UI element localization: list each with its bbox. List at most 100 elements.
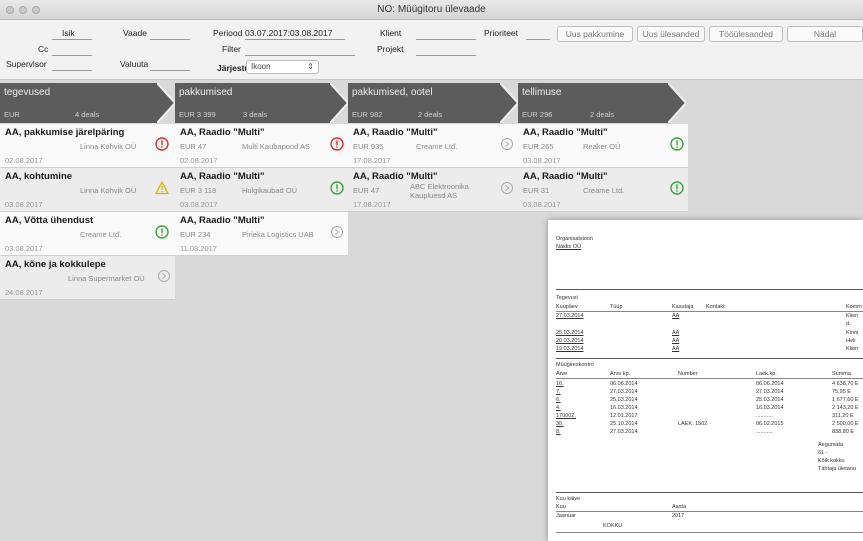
column-arrow-icon	[157, 83, 175, 123]
column-header-pakkumised[interactable]: pakkumised EUR 3 399 3 deals	[175, 83, 330, 123]
report-aegumata-value: 61 -	[818, 450, 828, 456]
report-cell: 25.03.2014	[610, 397, 638, 403]
card-title: AA, kõne ja kokkulepe	[5, 259, 106, 270]
report-divider	[556, 492, 863, 493]
projekt-label: Projekt	[377, 44, 404, 54]
column-header-tellimuse[interactable]: tellimuse EUR 296 2 deals	[518, 83, 668, 123]
column-name: tegevused	[4, 87, 51, 98]
grey-arrow-icon	[501, 138, 513, 150]
card-company: Creame Ltd.	[416, 142, 458, 151]
report-cell: Jaanuar	[556, 513, 576, 519]
report-cell: d.	[846, 321, 851, 327]
report-header-cell: Arve kp.	[610, 371, 631, 377]
deal-card[interactable]: AA, Raadio "Multi" EUR 47 ABC Elektrooni…	[348, 168, 518, 212]
deal-card[interactable]: AA, Võtta ühendust Creame Ltd. 03.08.201…	[0, 212, 175, 256]
report-cell: 12.01.2017	[610, 413, 638, 419]
periood-field[interactable]: 03.07.2017:03.08.2017	[245, 28, 332, 38]
deal-card[interactable]: AA, Raadio "Multi" EUR 935 Creame Ltd. 1…	[348, 124, 518, 168]
column-deals: 2 deals	[418, 110, 443, 119]
report-tegevused-label: Tegevusi	[556, 295, 578, 301]
card-date: 03.08.2017	[180, 200, 218, 209]
report-cell: 8.	[556, 429, 561, 435]
report-divider	[556, 511, 863, 512]
filter-field[interactable]	[245, 55, 355, 56]
card-date: 03.08.2017	[5, 244, 43, 253]
supervisor-field[interactable]	[52, 70, 92, 71]
report-cell: 838,80 E	[832, 429, 855, 435]
report-divider	[556, 289, 863, 290]
deal-card[interactable]: AA, Raadio "Multi" EUR 3 118 Hulgikaubad…	[175, 168, 348, 212]
prioriteet-field[interactable]	[526, 39, 550, 40]
klient-field[interactable]	[416, 39, 476, 40]
report-cell: AA	[672, 313, 680, 319]
cc-label: Cc	[38, 44, 49, 54]
report-cell: 25.10.2014	[610, 421, 638, 427]
column-header-pakkumised-ootel[interactable]: pakkumised, ootel EUR 982 2 deals	[348, 83, 500, 123]
report-kuu-label: Kuu käive	[556, 496, 581, 502]
card-currency: EUR 31	[523, 186, 550, 195]
deal-card[interactable]: AA, kõne ja kokkulepe Linna Supermarket …	[0, 256, 175, 300]
green-exclamation-icon	[670, 181, 684, 195]
card-title: AA, Võtta ühendust	[5, 215, 94, 226]
report-divider	[556, 311, 863, 312]
card-date: 02.08.2017	[180, 156, 218, 165]
report-koik-kokku-label: Kõik kokku	[818, 458, 845, 464]
cc-field[interactable]	[52, 55, 92, 56]
report-org-label: Organisatsioon	[556, 236, 593, 242]
report-cell: Klien	[846, 313, 859, 319]
week-button[interactable]: Nädal	[787, 26, 863, 42]
report-kontro-label: Müügireskontro	[556, 362, 594, 368]
new-offer-button[interactable]: Uus pakkumine	[557, 26, 633, 42]
card-company: Linna Supermarket OÜ	[68, 274, 145, 283]
prioriteet-label: Prioriteet	[484, 28, 519, 38]
valuuta-field[interactable]	[150, 70, 190, 71]
deal-card[interactable]: AA, pakkumise järelpäring Linna Kohvik O…	[0, 124, 175, 168]
report-cell: 27.03.2014	[610, 429, 638, 435]
deal-card[interactable]: AA, Raadio "Multi" EUR 265 Reaker OÜ 03.…	[518, 124, 688, 168]
column-arrow-icon	[668, 83, 686, 123]
report-cell: 25.03.2014	[556, 330, 584, 336]
column-name: pakkumised	[179, 87, 233, 98]
report-header-cell: Kuu	[556, 504, 566, 510]
deal-card[interactable]: AA, kohtumine Linna Kohvik OÜ 03.08.2017	[0, 168, 175, 212]
card-company: Creame Ltd.	[583, 186, 625, 195]
card-title: AA, Raadio "Multi"	[180, 127, 265, 138]
isik-field[interactable]	[52, 39, 92, 40]
card-date: 03.08.2017	[523, 200, 561, 209]
deal-card[interactable]: AA, Raadio "Multi" EUR 47 Multi Kaubapoo…	[175, 124, 348, 168]
deal-card[interactable]: AA, Raadio "Multi" EUR 234 Pirieka Logis…	[175, 212, 348, 256]
deal-card[interactable]: AA, Raadio "Multi" EUR 31 Creame Ltd. 03…	[518, 168, 688, 212]
report-cell: 19.03.2014	[556, 346, 584, 352]
work-tasks-button[interactable]: Tööülesanded	[709, 26, 783, 42]
jarjestus-select[interactable]: Ikoon ⇕	[246, 60, 319, 74]
card-currency: EUR 265	[523, 142, 554, 151]
vaade-label: Vaade	[123, 28, 147, 38]
card-title: AA, Raadio "Multi"	[353, 127, 438, 138]
column-header-tegevused[interactable]: tegevused EUR 4 deals	[0, 83, 157, 123]
report-header-cell: Summa	[832, 371, 851, 377]
report-header-cell: Komm	[846, 304, 862, 310]
card-title: AA, Raadio "Multi"	[180, 171, 265, 182]
vaade-field[interactable]	[150, 39, 190, 40]
report-cell: 16.03.2014	[756, 405, 784, 411]
periood-label: Periood	[213, 28, 243, 38]
column-name: pakkumised, ootel	[352, 87, 433, 98]
column-arrow-icon	[500, 83, 518, 123]
projekt-field[interactable]	[416, 55, 476, 56]
column-currency: EUR	[4, 110, 20, 119]
report-header-cell: Laek.kp.	[756, 371, 777, 377]
report-header-cell: Kuupäev	[556, 304, 578, 310]
report-cell: AA	[672, 330, 680, 336]
report-cell: 6.	[556, 397, 561, 403]
column-arrow-icon	[330, 83, 348, 123]
report-cell: 2017	[672, 513, 685, 519]
new-tasks-button[interactable]: Uus ülesanded	[637, 26, 705, 42]
report-kokku-label: KOKKU	[603, 523, 623, 529]
grey-arrow-icon	[501, 182, 513, 194]
card-date: 11.08.2017	[180, 244, 217, 253]
report-divider	[556, 532, 863, 533]
report-tahtaja-label: Tähtaja ületanu	[818, 466, 856, 472]
report-cell: 06.02.2015	[756, 421, 784, 427]
report-org-value: Näidis OÜ	[556, 244, 582, 250]
report-header-cell: Aasta	[672, 504, 687, 510]
